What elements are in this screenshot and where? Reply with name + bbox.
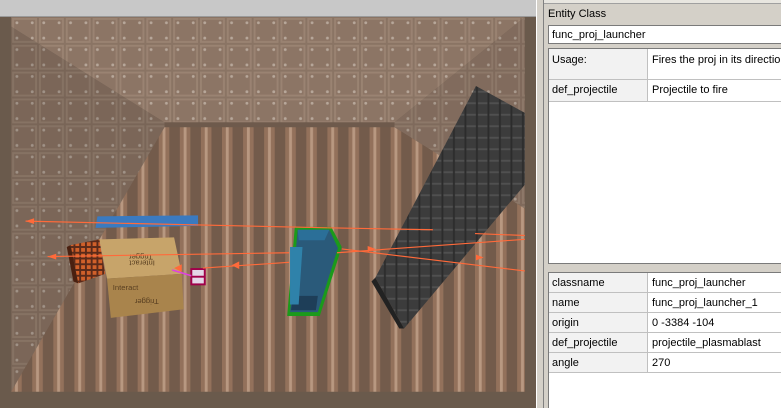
- class-description-grid: Usage: Fires the proj in its direction d…: [548, 48, 781, 264]
- panel-splitter[interactable]: [536, 0, 544, 408]
- property-value[interactable]: 0 -3384 -104: [648, 313, 781, 332]
- blue-brush[interactable]: [95, 215, 199, 228]
- property-key: def_projectile: [549, 333, 648, 352]
- crate-word-2: Interact: [129, 258, 155, 267]
- crate-word-3: Interact: [113, 283, 139, 292]
- entity-class-label: Entity Class: [548, 8, 607, 20]
- property-row[interactable]: origin 0 -3384 -104: [549, 313, 781, 333]
- property-row[interactable]: def_projectile projectile_plasmablast: [549, 333, 781, 353]
- property-row[interactable]: name func_proj_launcher_1: [549, 293, 781, 313]
- entity-inspector: Entity Class func_proj_launcher Usage: F…: [544, 0, 781, 408]
- viewport-title-bar: [0, 0, 536, 17]
- 3d-viewport[interactable]: Trigger Interact Interact Trigger: [0, 0, 536, 408]
- property-value[interactable]: func_proj_launcher: [648, 273, 781, 292]
- key-value-grid: classname func_proj_launcher name func_p…: [548, 272, 781, 408]
- description-key: Usage:: [549, 49, 648, 79]
- property-key: name: [549, 293, 648, 312]
- crate-word-4: Trigger: [134, 297, 158, 306]
- description-key: def_projectile: [549, 80, 648, 101]
- property-key: origin: [549, 313, 648, 332]
- property-value[interactable]: func_proj_launcher_1: [648, 293, 781, 312]
- inspector-top-edge: [544, 0, 781, 4]
- entity-class-field[interactable]: func_proj_launcher: [548, 25, 781, 44]
- description-value: Projectile to fire: [648, 80, 781, 101]
- description-value: Fires the proj in its direction: [648, 49, 781, 79]
- property-value[interactable]: 270: [648, 353, 781, 372]
- property-value[interactable]: projectile_plasmablast: [648, 333, 781, 352]
- property-key: angle: [549, 353, 648, 372]
- property-row[interactable]: angle 270: [549, 353, 781, 373]
- property-row[interactable]: classname func_proj_launcher: [549, 273, 781, 293]
- property-key: classname: [549, 273, 648, 292]
- description-row[interactable]: def_projectile Projectile to fire: [549, 80, 781, 102]
- description-row[interactable]: Usage: Fires the proj in its direction: [549, 49, 781, 80]
- scene: Trigger Interact Interact Trigger: [11, 17, 525, 392]
